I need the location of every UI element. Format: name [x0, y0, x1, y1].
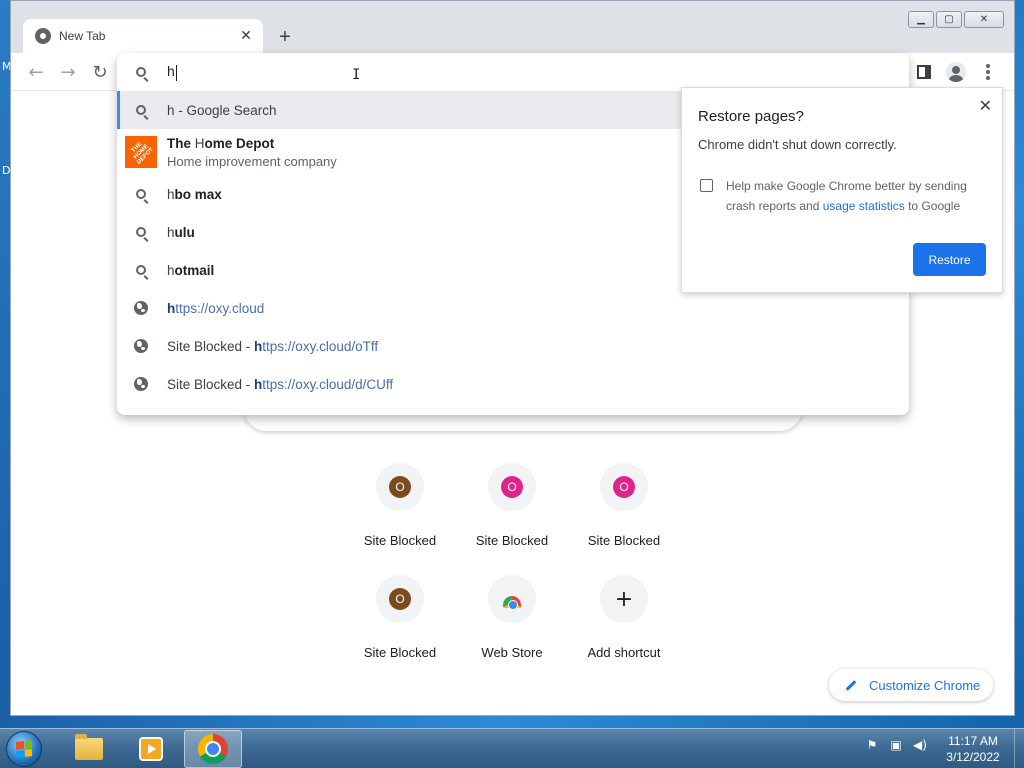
clock[interactable]: 11:17 AM 3/12/2022 — [940, 733, 1006, 765]
search-icon — [133, 186, 149, 202]
shortcut-label: Web Store — [481, 645, 543, 660]
customize-label: Customize Chrome — [869, 677, 981, 693]
profile-avatar-icon — [946, 62, 966, 82]
media-player-icon — [139, 737, 163, 761]
chrome-favicon-icon — [35, 28, 51, 44]
suggestion-text: hbo max — [167, 186, 222, 202]
volume-icon[interactable]: ◀) — [912, 737, 928, 753]
minimize-button[interactable]: ▁ — [908, 11, 934, 28]
taskbar-media-player[interactable] — [122, 730, 180, 768]
globe-icon — [133, 300, 149, 316]
clock-date: 3/12/2022 — [946, 750, 1000, 764]
close-icon[interactable]: ✕ — [979, 96, 992, 116]
suggestion-text: hotmail — [167, 262, 215, 278]
suggestion-url[interactable]: Site Blocked - https://oxy.cloud/d/CUff — [117, 365, 909, 403]
webstore-icon — [503, 596, 521, 610]
globe-icon — [133, 338, 149, 354]
home-depot-logo-icon: THE HOME DEPOT — [125, 136, 157, 168]
windows-logo-icon — [16, 740, 32, 758]
checkbox-label: Help make Google Chrome better by sendin… — [726, 179, 967, 213]
shortcut-label: Add shortcut — [587, 645, 661, 660]
shortcut-tile[interactable]: O Site Blocked — [345, 463, 455, 563]
site-favicon-icon: O — [389, 588, 411, 610]
suggestion-body: The Home Depot Home improvement company — [167, 136, 337, 169]
plus-icon: + — [614, 586, 634, 612]
side-panel-icon — [917, 65, 931, 79]
tile-circle: O — [376, 575, 424, 623]
omnibox-text[interactable]: h — [167, 63, 177, 81]
maximize-button[interactable]: ▢ — [936, 11, 962, 28]
tab-new-tab[interactable]: New Tab ✕ — [23, 19, 263, 53]
menu-button[interactable] — [977, 61, 999, 83]
suggestion-url[interactable]: https://oxy.cloud — [117, 289, 909, 327]
tab-close-icon[interactable]: ✕ — [235, 28, 257, 44]
pencil-icon — [845, 679, 857, 691]
globe-icon — [133, 376, 149, 392]
suggestion-url[interactable]: Site Blocked - https://oxy.cloud/oTff — [117, 327, 909, 365]
shortcut-label: Site Blocked — [363, 533, 437, 548]
start-button[interactable] — [6, 731, 42, 767]
tile-circle: O — [376, 463, 424, 511]
profile-button[interactable] — [945, 61, 967, 83]
clock-time: 11:17 AM — [948, 734, 998, 748]
title-bar: ▁ ▢ ✕ New Tab ✕ + — [11, 1, 1014, 53]
reload-button[interactable]: ↻ — [89, 61, 111, 83]
chrome-window: ▁ ▢ ✕ New Tab ✕ + ← → ↻ O Site Blocked O… — [10, 0, 1015, 716]
search-icon — [133, 224, 149, 240]
shortcut-tile[interactable]: O Site Blocked — [457, 463, 567, 563]
tile-circle: + — [600, 575, 648, 623]
new-tab-button[interactable]: + — [273, 25, 297, 49]
folder-icon — [75, 734, 103, 760]
search-icon — [133, 102, 149, 118]
customize-chrome-button[interactable]: Customize Chrome — [829, 669, 993, 701]
tile-circle: O — [488, 463, 536, 511]
site-favicon-icon: O — [389, 476, 411, 498]
crash-report-checkbox[interactable] — [700, 179, 713, 192]
suggestion-title: The Home Depot — [167, 135, 275, 151]
omnibox-input[interactable]: h I — [117, 53, 909, 91]
chrome-icon — [198, 734, 228, 764]
suggestion-subtitle: Home improvement company — [167, 153, 337, 169]
shortcut-tile[interactable]: O Site Blocked — [569, 463, 679, 563]
site-favicon-icon: O — [501, 476, 523, 498]
search-icon — [133, 262, 149, 278]
tile-circle: O — [600, 463, 648, 511]
shortcut-label: Site Blocked — [363, 645, 437, 660]
network-icon[interactable]: ▣ — [888, 737, 904, 753]
close-window-button[interactable]: ✕ — [964, 11, 1004, 28]
shortcut-tile-web-store[interactable]: Web Store — [457, 575, 567, 675]
side-panel-button[interactable] — [913, 61, 935, 83]
add-shortcut-button[interactable]: + Add shortcut — [569, 575, 679, 675]
suggestion-url-text: https://oxy.cloud — [167, 300, 265, 316]
suggestion-text: h - Google Search — [167, 102, 277, 118]
action-center-flag-icon[interactable]: ⚑ — [864, 737, 880, 753]
dialog-message: Chrome didn't shut down correctly. — [698, 137, 897, 152]
text-cursor-icon: I — [352, 67, 361, 83]
suggestion-text: hulu — [167, 224, 195, 240]
restore-pages-dialog: Restore pages? ✕ Chrome didn't shut down… — [681, 87, 1003, 293]
kebab-menu-icon — [986, 64, 990, 80]
usage-statistics-link[interactable]: usage statistics — [823, 199, 905, 213]
taskbar: ⚑ ▣ ◀) 11:17 AM 3/12/2022 — [0, 728, 1024, 768]
tab-title: New Tab — [59, 29, 106, 43]
site-favicon-icon: O — [613, 476, 635, 498]
suggestion-text: Site Blocked - https://oxy.cloud/d/CUff — [167, 376, 394, 392]
shortcut-label: Site Blocked — [587, 533, 661, 548]
dialog-title: Restore pages? — [698, 108, 804, 125]
taskbar-chrome[interactable] — [184, 730, 242, 768]
suggestion-text: Site Blocked - https://oxy.cloud/oTff — [167, 338, 379, 354]
restore-button[interactable]: Restore — [913, 243, 986, 276]
system-tray: ⚑ ▣ ◀) — [864, 737, 928, 753]
search-icon — [133, 64, 149, 80]
back-button[interactable]: ← — [25, 61, 47, 83]
shortcut-tile[interactable]: O Site Blocked — [345, 575, 455, 675]
taskbar-explorer[interactable] — [60, 730, 118, 768]
shortcut-label: Site Blocked — [475, 533, 549, 548]
show-desktop-button[interactable] — [1014, 729, 1024, 768]
window-controls: ▁ ▢ ✕ — [908, 11, 1004, 28]
tile-circle — [488, 575, 536, 623]
forward-button[interactable]: → — [57, 61, 79, 83]
